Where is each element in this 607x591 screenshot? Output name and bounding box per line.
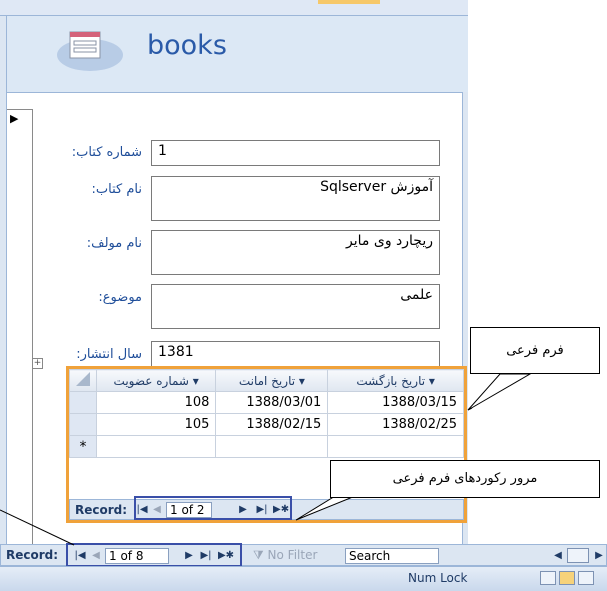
main-nav-highlight-box [66, 543, 242, 567]
subform-nav-highlight-box [134, 496, 292, 520]
book-number-field[interactable]: 1 [151, 140, 440, 166]
move-handle-icon[interactable]: + [32, 358, 43, 369]
field-label-book-number: شماره کتاب: [71, 145, 142, 160]
column-label: تاریخ امانت [238, 373, 296, 388]
column-label: تاریخ بازگشت [356, 373, 426, 388]
subform-datasheet: ▾ شماره عضویت ▾ تاریخ امانت ▾ تاریخ بازگ… [69, 369, 464, 458]
current-record-arrow-icon: ▶ [10, 112, 19, 125]
scroll-left-icon[interactable]: ◀ [553, 550, 563, 561]
subject-field[interactable]: علمی [151, 284, 440, 329]
table-header-row: ▾ شماره عضویت ▾ تاریخ امانت ▾ تاریخ بازگ… [69, 369, 464, 392]
scroll-right-icon[interactable]: ▶ [594, 550, 604, 561]
horizontal-scroll-thumb[interactable] [567, 548, 589, 563]
form-title: books [147, 30, 227, 61]
table-cell[interactable]: 105 [95, 413, 217, 436]
publish-year-field[interactable]: 1381 [151, 341, 440, 367]
field-label-publish-year: سال انتشار: [76, 347, 142, 362]
author-field[interactable]: ریچارد وی مایر [151, 230, 440, 275]
table-cell[interactable]: 1388/02/25 [327, 413, 464, 436]
record-selector[interactable] [7, 109, 33, 548]
no-filter-button[interactable]: ⧩ No Filter [253, 548, 317, 563]
field-label-subject: موضوع: [98, 290, 142, 305]
new-record-icon: * [69, 435, 97, 458]
table-cell[interactable]: 108 [95, 391, 217, 414]
table-cell[interactable] [215, 435, 329, 458]
main-record-label: Record: [6, 548, 59, 562]
subform-record-label: Record: [75, 503, 128, 517]
select-all-corner[interactable] [69, 369, 97, 392]
design-view-icon[interactable] [578, 571, 594, 585]
filter-icon: ⧩ [253, 548, 264, 562]
subform-nav-callout: مرور رکوردهای فرم فرعی [330, 460, 600, 498]
form-view-icon[interactable] [540, 571, 556, 585]
table-cell[interactable] [327, 435, 464, 458]
search-input[interactable]: Search [345, 548, 439, 564]
column-header-return-date[interactable]: ▾ تاریخ بازگشت [327, 369, 464, 392]
table-cell[interactable]: 1388/03/15 [327, 391, 464, 414]
table-row[interactable]: 105 1388/02/15 1388/02/25 [69, 413, 464, 436]
subform-callout: فرم فرعی [470, 327, 600, 374]
field-label-author: نام مولف: [86, 236, 142, 251]
column-header-loan-date[interactable]: ▾ تاریخ امانت [215, 369, 329, 392]
row-selector[interactable] [69, 391, 97, 414]
datasheet-view-icon[interactable] [559, 571, 575, 585]
num-lock-indicator: Num Lock [408, 571, 468, 585]
status-bar [0, 566, 607, 591]
new-record-row[interactable]: * [69, 435, 464, 458]
row-selector[interactable] [69, 413, 97, 436]
table-cell[interactable] [95, 435, 217, 458]
table-cell[interactable]: 1388/02/15 [215, 413, 329, 436]
left-frame [0, 16, 7, 544]
table-row[interactable]: 108 1388/03/01 1388/03/15 [69, 391, 464, 414]
window-top-strip [0, 0, 468, 16]
header-divider [0, 92, 468, 93]
active-tab-marker [318, 0, 380, 4]
form-icon [57, 31, 123, 71]
column-label: شماره عضویت [113, 373, 189, 388]
column-header-member-number[interactable]: ▾ شماره عضویت [95, 369, 217, 392]
field-label-book-name: نام کتاب: [91, 182, 142, 197]
table-cell[interactable]: 1388/03/01 [215, 391, 329, 414]
no-filter-label: No Filter [267, 548, 318, 562]
book-name-field[interactable]: آموزش Sqlserver [151, 176, 440, 221]
